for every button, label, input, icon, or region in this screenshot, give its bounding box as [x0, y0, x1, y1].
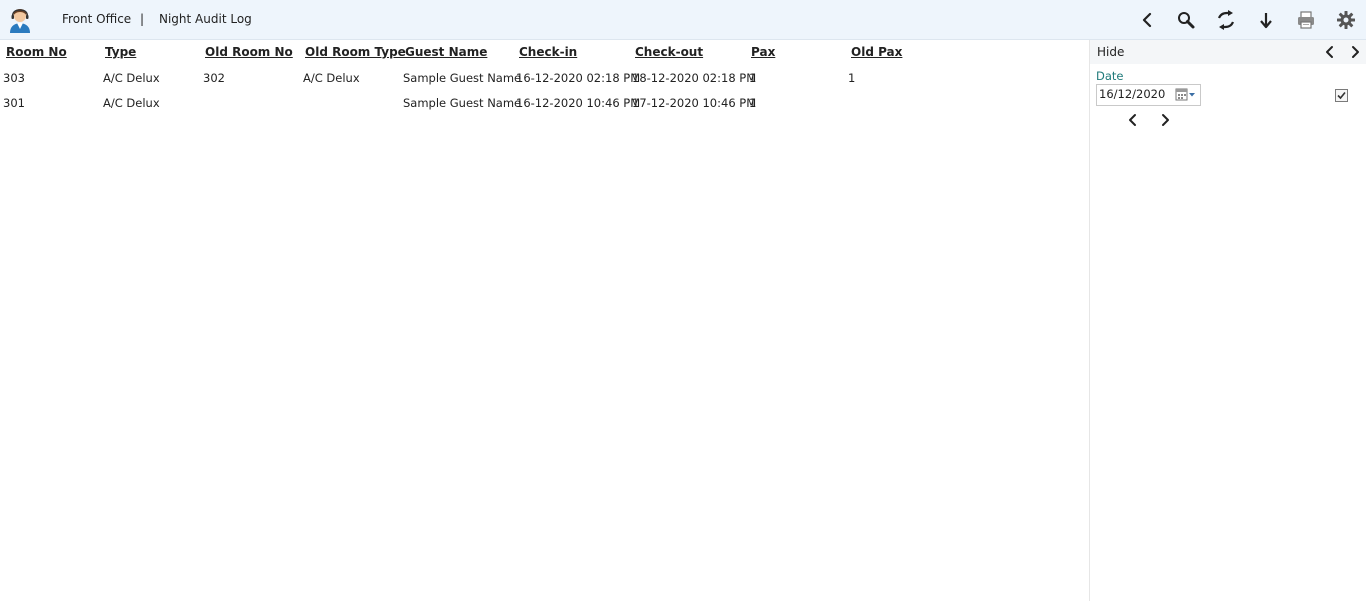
- cell-guest-name: Sample Guest Name: [403, 96, 522, 110]
- panel-next-icon[interactable]: [1347, 44, 1363, 60]
- column-header-type[interactable]: Type: [105, 45, 136, 59]
- date-next-icon[interactable]: [1157, 112, 1173, 128]
- column-header-guest-name[interactable]: Guest Name: [405, 45, 487, 59]
- cell-guest-name: Sample Guest Name: [403, 71, 522, 85]
- filter-panel-header: Hide: [1090, 40, 1366, 64]
- column-header-room-no[interactable]: Room No: [6, 45, 67, 59]
- calendar-dropdown-icon[interactable]: [1175, 87, 1197, 102]
- cell-old-room-type: A/C Delux: [303, 71, 360, 85]
- column-header-check-out[interactable]: Check-out: [635, 45, 703, 59]
- breadcrumb-page: Night Audit Log: [159, 12, 252, 26]
- column-header-check-in[interactable]: Check-in: [519, 45, 577, 59]
- search-icon[interactable]: [1176, 10, 1196, 30]
- hide-panel-button[interactable]: Hide: [1097, 45, 1124, 59]
- cell-check-in: 16-12-2020 02:18 PM: [516, 71, 641, 85]
- print-icon[interactable]: [1296, 10, 1316, 30]
- panel-prev-icon[interactable]: [1322, 44, 1338, 60]
- cell-old-room-no: 302: [203, 71, 225, 85]
- settings-icon[interactable]: [1336, 10, 1356, 30]
- date-picker[interactable]: [1096, 84, 1201, 106]
- date-label: Date: [1096, 69, 1124, 83]
- column-header-pax[interactable]: Pax: [751, 45, 775, 59]
- filter-checkbox[interactable]: [1335, 89, 1348, 102]
- cell-check-out: 17-12-2020 10:46 PM: [632, 96, 757, 110]
- cell-room-no: 301: [3, 96, 25, 110]
- cell-type: A/C Delux: [103, 96, 160, 110]
- date-input[interactable]: [1098, 86, 1173, 102]
- cell-room-no: 303: [3, 71, 25, 85]
- breadcrumb-module[interactable]: Front Office: [62, 12, 131, 26]
- cell-old-pax: 1: [848, 71, 856, 85]
- cell-check-out: 18-12-2020 02:18 PM: [632, 71, 757, 85]
- cell-pax: 1: [749, 71, 757, 85]
- filter-panel: Hide Date: [1089, 40, 1366, 601]
- user-avatar-icon[interactable]: [8, 7, 32, 33]
- date-prev-icon[interactable]: [1125, 112, 1141, 128]
- night-audit-table: Room No Type Old Room No Old Room Type G…: [0, 40, 1088, 601]
- top-toolbar: Front Office | Night Audit Log: [0, 0, 1366, 40]
- column-header-old-room-no[interactable]: Old Room No: [205, 45, 293, 59]
- cell-pax: 1: [749, 96, 757, 110]
- column-header-old-pax[interactable]: Old Pax: [851, 45, 902, 59]
- column-header-old-room-type[interactable]: Old Room Type: [305, 45, 406, 59]
- back-icon[interactable]: [1137, 10, 1157, 30]
- breadcrumb-separator: |: [140, 12, 145, 26]
- cell-check-in: 16-12-2020 10:46 PM: [516, 96, 641, 110]
- refresh-icon[interactable]: [1216, 10, 1236, 30]
- cell-type: A/C Delux: [103, 71, 160, 85]
- download-icon[interactable]: [1256, 10, 1276, 30]
